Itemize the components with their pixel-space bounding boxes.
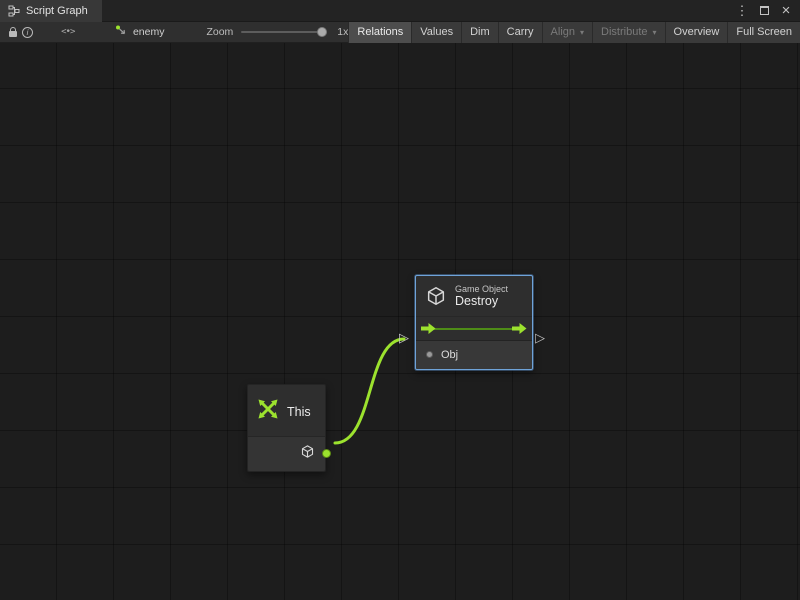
gameobject-cube-icon <box>300 444 315 464</box>
values-button[interactable]: Values <box>411 22 461 43</box>
gameobject-cube-icon <box>425 285 447 307</box>
tab-script-graph[interactable]: Script Graph <box>0 0 102 22</box>
zoom-value: 1x <box>337 26 348 38</box>
this-crosshair-icon <box>256 397 280 426</box>
graph-name-label: enemy <box>133 26 165 38</box>
zoom-label: Zoom <box>206 26 233 38</box>
value-connection-wire[interactable] <box>335 339 404 443</box>
info-icon[interactable]: i <box>20 22 34 43</box>
tab-title: Script Graph <box>26 5 88 17</box>
graph-canvas[interactable]: ▷ ▷ Game Object Destroy <box>0 43 800 600</box>
node-destroy-header: Game Object Destroy <box>416 276 532 316</box>
flow-output-triangle-icon[interactable]: ▷ <box>535 331 545 344</box>
window-buttons: ⋮ × <box>732 0 800 21</box>
flow-internal-line <box>426 328 522 330</box>
maximize-icon[interactable] <box>754 1 774 21</box>
zoom-slider-track[interactable] <box>241 31 327 33</box>
node-destroy[interactable]: Game Object Destroy O <box>415 275 533 370</box>
node-category: Game Object <box>455 284 508 294</box>
flow-input-triangle-icon[interactable]: ▷ <box>399 331 409 344</box>
zoom-control: Zoom 1x <box>206 26 348 38</box>
obj-input-port[interactable] <box>426 351 433 358</box>
flow-output-arrow-icon[interactable] <box>512 322 527 340</box>
graph-tab-icon <box>8 5 20 17</box>
distribute-button[interactable]: Distribute ▾ <box>592 22 664 43</box>
obj-port-label: Obj <box>441 349 458 361</box>
carry-button[interactable]: Carry <box>498 22 542 43</box>
node-title: Destroy <box>455 294 508 308</box>
connection-layer <box>0 43 800 600</box>
relations-button[interactable]: Relations <box>348 22 411 43</box>
toolbar-button-group: Relations Values Dim Carry Align ▾ Distr… <box>348 22 800 43</box>
flow-port-row <box>416 316 532 340</box>
menu-icon[interactable]: ⋮ <box>732 1 752 21</box>
flow-input-arrow-icon[interactable] <box>421 322 436 340</box>
graph-breadcrumb[interactable]: enemy <box>115 24 165 40</box>
tab-bar: Script Graph ⋮ × <box>0 0 800 22</box>
chevrons-icon[interactable]: <•> <box>61 22 75 43</box>
graph-asset-icon <box>115 24 128 40</box>
align-button[interactable]: Align ▾ <box>542 22 592 43</box>
unity-script-graph-window: Script Graph ⋮ × i <•> enemy <box>0 0 800 600</box>
gameobject-output-row <box>248 436 325 471</box>
tabbar-spacer <box>102 0 732 21</box>
chevron-down-icon: ▾ <box>580 28 584 37</box>
dim-button[interactable]: Dim <box>461 22 498 43</box>
node-this-header: This <box>248 385 325 436</box>
lock-icon[interactable] <box>6 22 20 43</box>
close-icon[interactable]: × <box>776 1 796 21</box>
zoom-slider[interactable] <box>241 26 327 38</box>
node-title: This <box>287 405 311 419</box>
obj-port-row: Obj <box>416 340 532 369</box>
gameobject-output-port[interactable] <box>322 449 331 458</box>
zoom-slider-handle[interactable] <box>317 27 327 37</box>
node-this[interactable]: This <box>247 384 326 472</box>
chevron-down-icon: ▾ <box>653 28 657 37</box>
fullscreen-button[interactable]: Full Screen <box>727 22 800 43</box>
graph-toolbar: i <•> enemy Zoom 1x R <box>0 22 800 43</box>
node-destroy-titles: Game Object Destroy <box>455 284 508 309</box>
overview-button[interactable]: Overview <box>665 22 728 43</box>
